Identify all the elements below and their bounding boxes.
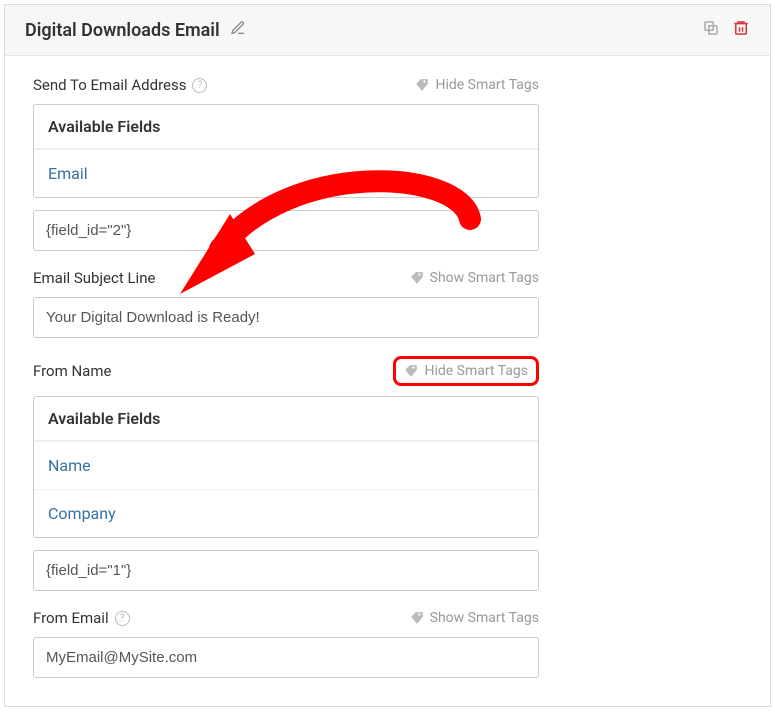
smart-tags-label: Show Smart Tags — [430, 610, 539, 626]
send-to-label-text: Send To Email Address — [33, 76, 186, 94]
from-name-label-row: From Name Hide Smart Tags — [33, 356, 539, 386]
available-field-name[interactable]: Name — [34, 441, 538, 489]
available-field-email[interactable]: Email — [34, 149, 538, 197]
tag-icon — [415, 78, 429, 92]
from-email-label-row: From Email ? Show Smart Tags — [33, 609, 539, 627]
smart-tags-label: Show Smart Tags — [430, 270, 539, 286]
panel-title-row: Digital Downloads Email — [25, 20, 246, 41]
tag-icon — [410, 611, 424, 625]
edit-icon[interactable] — [230, 20, 246, 41]
panel-header: Digital Downloads Email — [5, 5, 770, 56]
send-to-block: Send To Email Address ? Hide Smart Tags … — [33, 76, 742, 251]
from-name-input[interactable] — [33, 550, 539, 591]
from-name-smart-tags-toggle[interactable]: Hide Smart Tags — [393, 356, 539, 386]
from-name-label: From Name — [33, 362, 111, 380]
subject-smart-tags-toggle[interactable]: Show Smart Tags — [410, 270, 539, 286]
available-fields-title: Available Fields — [34, 105, 538, 149]
smart-tags-label: Hide Smart Tags — [424, 363, 528, 379]
duplicate-icon[interactable] — [702, 19, 720, 41]
panel-title-text: Digital Downloads Email — [25, 20, 220, 41]
send-to-available-fields: Available Fields Email — [33, 104, 539, 198]
from-email-input[interactable] — [33, 637, 539, 678]
tag-icon — [410, 271, 424, 285]
send-to-label: Send To Email Address ? — [33, 76, 207, 94]
send-to-smart-tags-toggle[interactable]: Hide Smart Tags — [415, 77, 539, 93]
help-icon[interactable]: ? — [115, 611, 130, 626]
tag-icon — [404, 364, 418, 378]
from-email-label-text: From Email — [33, 609, 109, 627]
subject-input[interactable] — [33, 297, 539, 338]
from-name-available-fields: Available Fields Name Company — [33, 396, 539, 538]
subject-label-row: Email Subject Line Show Smart Tags — [33, 269, 539, 287]
email-settings-panel: Digital Downloads Email Send To Email Ad… — [4, 4, 771, 707]
subject-label: Email Subject Line — [33, 269, 155, 287]
available-field-company[interactable]: Company — [34, 489, 538, 537]
send-to-label-row: Send To Email Address ? Hide Smart Tags — [33, 76, 539, 94]
from-name-block: From Name Hide Smart Tags Available Fiel… — [33, 356, 742, 591]
panel-body: Send To Email Address ? Hide Smart Tags … — [5, 56, 770, 706]
from-email-label: From Email ? — [33, 609, 130, 627]
delete-icon[interactable] — [732, 19, 750, 41]
from-name-label-text: From Name — [33, 362, 111, 380]
subject-block: Email Subject Line Show Smart Tags — [33, 269, 742, 338]
from-email-block: From Email ? Show Smart Tags — [33, 609, 742, 678]
smart-tags-label: Hide Smart Tags — [435, 77, 539, 93]
panel-actions — [702, 19, 750, 41]
available-fields-title: Available Fields — [34, 397, 538, 441]
subject-label-text: Email Subject Line — [33, 269, 155, 287]
from-email-smart-tags-toggle[interactable]: Show Smart Tags — [410, 610, 539, 626]
send-to-input[interactable] — [33, 210, 539, 251]
help-icon[interactable]: ? — [192, 78, 207, 93]
